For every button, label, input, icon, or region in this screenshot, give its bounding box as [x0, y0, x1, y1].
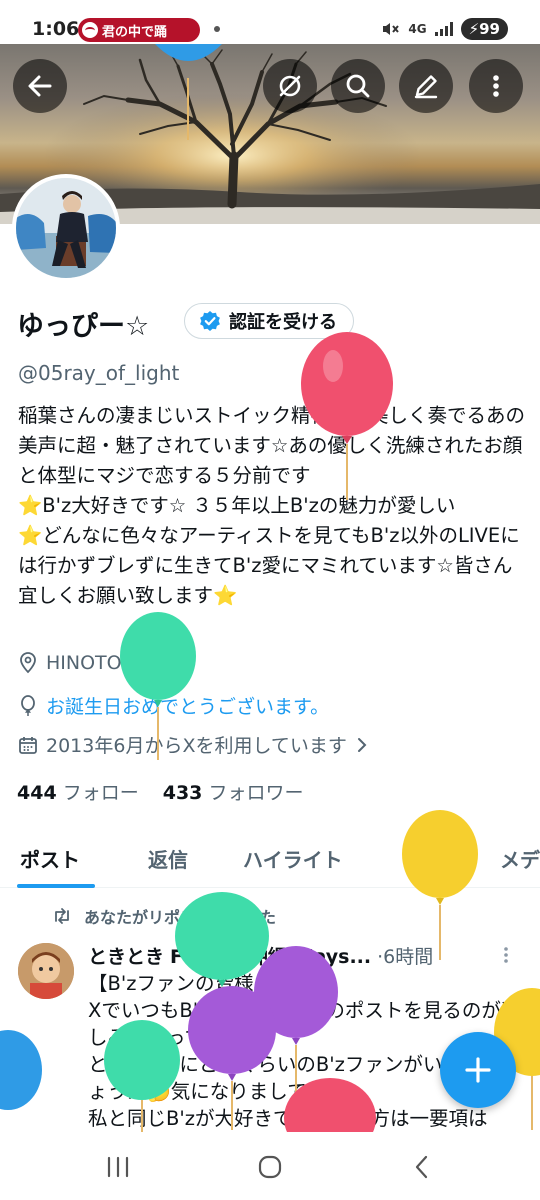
avatar-photo	[16, 178, 116, 278]
repost-icon	[55, 908, 69, 924]
joined-text: 2013年6月からXを利用しています	[46, 735, 347, 757]
home-icon	[258, 1155, 282, 1179]
active-tab-indicator	[17, 884, 95, 888]
status-icons: 4G ⚡ 99	[380, 18, 508, 40]
edit-button[interactable]	[399, 59, 453, 113]
edit-icon	[414, 75, 438, 99]
bio-line: 稲葉さんの凄まじいストイック精神から美しく奏でるあの美声に超・魅了されています☆…	[18, 404, 526, 487]
home-button[interactable]	[250, 1152, 290, 1182]
followers-label: フォロワー	[208, 782, 304, 804]
recent-apps-button[interactable]	[98, 1152, 138, 1182]
location-text: HINOTORI	[46, 652, 141, 674]
following-link[interactable]: 444 フォロー	[17, 778, 139, 805]
bio-line: ⭐どんなに色々なアーティストを見てもB'z以外のLIVEには行かずブレずに生きて…	[18, 524, 520, 607]
grok-button[interactable]	[263, 59, 317, 113]
tab-highlights[interactable]: ハイライト	[243, 844, 343, 873]
grok-icon	[279, 75, 301, 97]
now-playing-title: 君の中で踊	[102, 24, 168, 40]
battery-level: 99	[479, 20, 500, 38]
notification-dot	[214, 26, 220, 32]
plus-icon	[465, 1057, 491, 1083]
following-label: フォロー	[62, 782, 139, 804]
signal-icon	[434, 22, 453, 36]
search-icon	[346, 74, 370, 98]
mute-icon	[383, 23, 400, 35]
following-count: 444	[17, 782, 57, 804]
calendar-icon	[19, 736, 37, 754]
followers-link[interactable]: 433 フォロワー	[163, 778, 304, 805]
android-nav-bar	[0, 1132, 540, 1200]
followers-count: 433	[162, 782, 203, 804]
nav-back-button[interactable]	[402, 1152, 442, 1182]
post-more-button[interactable]	[502, 945, 510, 970]
tab-media[interactable]: メディ	[500, 844, 540, 873]
post-line: 私と同じB'zが大好きですと言う方は一要項は	[88, 1107, 488, 1130]
now-playing-pill[interactable]: 君の中で踊	[78, 18, 200, 42]
follow-stats: 444 フォロー 433 フォロワー	[17, 778, 303, 805]
profile-joined[interactable]: 2013年6月からXを利用しています	[18, 731, 369, 758]
balloon-blue-edge	[0, 1030, 42, 1110]
balloon-icon	[21, 694, 35, 716]
post-author-avatar[interactable]	[18, 943, 74, 999]
profile-tabs: ポスト 返信 ハイライト 記事 メディ	[0, 838, 540, 888]
profile-bio: 稲葉さんの凄まじいストイック精神から美しく奏でるあの美声に超・魅了されています☆…	[18, 401, 530, 611]
tab-articles[interactable]: 記事	[406, 844, 446, 873]
chevron-right-icon	[357, 737, 367, 752]
back-icon	[415, 1155, 428, 1179]
profile-location: HINOTORI	[18, 652, 140, 674]
search-button[interactable]	[331, 59, 385, 113]
back-button[interactable]	[13, 59, 67, 113]
status-bar: 1:06 君の中で踊 4G ⚡ 99	[0, 0, 540, 44]
tab-replies[interactable]: 返信	[148, 844, 188, 873]
post-avatar-photo	[18, 943, 74, 999]
profile-avatar[interactable]	[12, 174, 120, 282]
location-pin-icon	[20, 652, 36, 674]
post-line: 【B'zファンの皆様へ】	[88, 972, 293, 995]
spotify-icon	[82, 22, 98, 38]
more-button[interactable]	[469, 59, 523, 113]
get-verified-label: 認証を受ける	[229, 312, 337, 333]
birthday-text[interactable]: お誕生日おめでとうございます。	[46, 692, 329, 719]
post-header: ときとき FYOP+ 沖縄2days... ·6時間	[88, 942, 508, 969]
arrow-left-icon	[28, 75, 52, 97]
post-author-name[interactable]: ときとき	[88, 942, 164, 969]
bio-line: ⭐B'z大好きです☆ ３５年以上B'zの魅力が愛しい	[18, 494, 456, 517]
profile-name: ゆっぴー☆	[17, 311, 150, 342]
tab-posts[interactable]: ポスト	[20, 844, 80, 873]
profile-handle: @05ray_of_light	[18, 361, 180, 385]
profile-birthday[interactable]: お誕生日おめでとうございます。	[18, 692, 329, 719]
post-time: ·6時間	[377, 946, 434, 968]
verified-badge-icon	[200, 311, 220, 331]
battery-indicator: ⚡ 99	[460, 18, 508, 40]
post-author-extra[interactable]: FYOP+ 沖縄2days...	[170, 942, 371, 969]
repost-context: あなたがリポストしました	[52, 904, 276, 928]
compose-post-button[interactable]	[440, 1032, 516, 1108]
status-time: 1:06	[32, 18, 80, 40]
more-vertical-icon	[493, 75, 499, 97]
network-label: 4G	[408, 22, 427, 36]
more-vertical-icon	[504, 947, 508, 963]
repost-label: あなたがリポストしました	[84, 908, 277, 927]
bolt-icon: ⚡	[468, 20, 480, 38]
recent-apps-icon	[107, 1156, 129, 1178]
get-verified-button[interactable]: 認証を受ける	[184, 303, 354, 339]
